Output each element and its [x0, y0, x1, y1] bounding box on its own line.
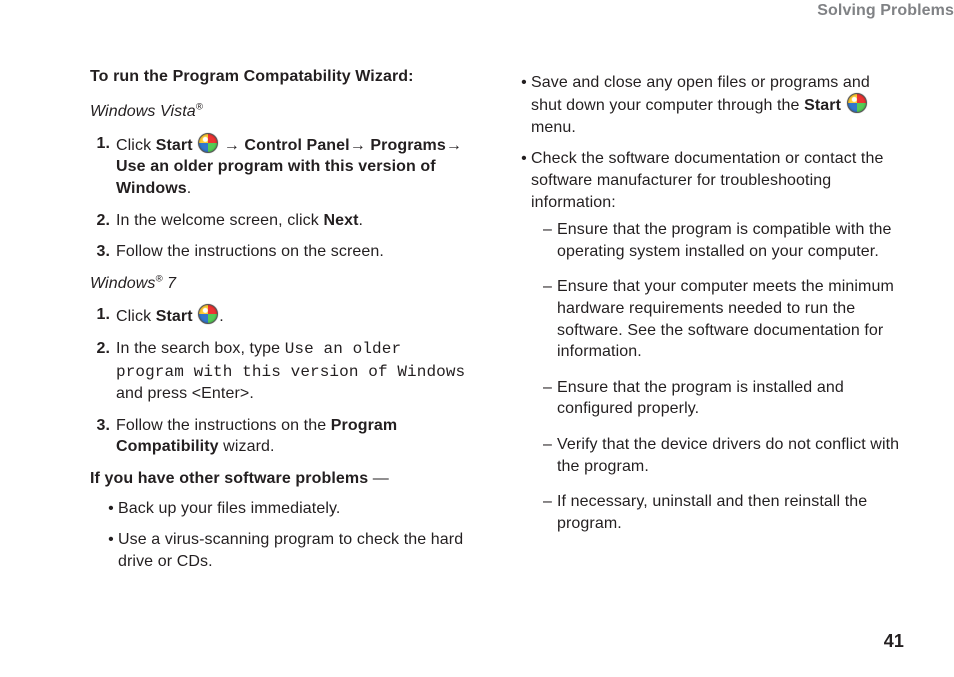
list-item: 1. Click Start → Control Panel→ Programs… — [90, 133, 477, 200]
bullet-icon: • — [517, 148, 531, 548]
text: . — [359, 212, 364, 229]
list-item: • Back up your files immediately. — [104, 498, 477, 520]
text — [841, 97, 846, 114]
list-item: 1. Click Start . — [90, 304, 477, 328]
arrow: → — [350, 137, 371, 154]
text: Ensure that the program is installed and… — [557, 377, 904, 420]
step-text: Follow the instructions on the screen. — [116, 241, 477, 263]
os-win7-label: Windows® 7 — [90, 273, 477, 295]
dash-icon: – — [543, 434, 557, 477]
list-item: 2. In the welcome screen, click Next. — [90, 210, 477, 232]
list-item: • Check the software documentation or co… — [517, 148, 904, 548]
arrow: → — [446, 137, 462, 154]
start-label: Start — [804, 97, 841, 114]
wizard-heading: To run the Program Compatability Wizard: — [90, 66, 477, 88]
step-number: 1. — [90, 133, 110, 200]
text: Ensure that the program is compatible wi… — [557, 219, 904, 262]
bullet-icon: • — [517, 72, 531, 139]
step-text: In the search box, type Use an older pro… — [116, 338, 477, 405]
step-number: 2. — [90, 210, 110, 232]
left-column: To run the Program Compatability Wizard:… — [90, 66, 477, 583]
text: menu. — [531, 119, 576, 136]
programs-label: Programs — [370, 137, 446, 154]
step-number: 3. — [90, 241, 110, 263]
windows-start-orb-icon — [198, 304, 218, 324]
list-item: –Ensure that the program is compatible w… — [543, 219, 904, 262]
page-header: Solving Problems — [0, 0, 954, 22]
registered-mark: ® — [155, 273, 162, 284]
text: — — [368, 470, 389, 487]
text: Check the software documentation or cont… — [531, 150, 883, 210]
text: Use a virus-scanning program to check th… — [118, 529, 477, 572]
right-column: • Save and close any open files or progr… — [517, 66, 904, 583]
text: In the search box, type — [116, 340, 285, 357]
right-bullets: • Save and close any open files or progr… — [517, 72, 904, 549]
text: Save and close any open files or program… — [531, 72, 904, 139]
win7-steps: 1. Click Start . 2. In the search box, t… — [90, 304, 477, 458]
page-body: To run the Program Compatability Wizard:… — [0, 36, 954, 613]
page-number: 41 — [884, 629, 904, 653]
text: In the welcome screen, click — [116, 212, 323, 229]
text: . — [187, 180, 192, 197]
list-item: 2. In the search box, type Use an older … — [90, 338, 477, 405]
step-text: Click Start . — [116, 304, 477, 328]
vista-steps: 1. Click Start → Control Panel→ Programs… — [90, 133, 477, 263]
text: Check the software documentation or cont… — [531, 148, 904, 548]
troubleshoot-sublist: –Ensure that the program is compatible w… — [531, 219, 904, 534]
list-item: –Ensure that your computer meets the min… — [543, 276, 904, 362]
os-win7-text: Windows — [90, 275, 155, 292]
dash-icon: – — [543, 219, 557, 262]
use-older-label: Use an older program with this version o… — [116, 158, 436, 197]
text — [193, 308, 198, 325]
next-label: Next — [323, 212, 358, 229]
list-item: –Verify that the device drivers do not c… — [543, 434, 904, 477]
start-label: Start — [156, 308, 193, 325]
text: Click — [116, 308, 156, 325]
dash-icon: – — [543, 491, 557, 534]
control-panel-label: Control Panel — [244, 137, 349, 154]
list-item: • Save and close any open files or progr… — [517, 72, 904, 139]
step-text: Click Start → Control Panel→ Programs→ U… — [116, 133, 477, 200]
list-item: 3. Follow the instructions on the Progra… — [90, 415, 477, 458]
text: Click — [116, 137, 156, 154]
list-item: • Use a virus-scanning program to check … — [104, 529, 477, 572]
text: and press <Enter>. — [116, 385, 254, 402]
windows-start-orb-icon — [847, 93, 867, 113]
text: Verify that the device drivers do not co… — [557, 434, 904, 477]
windows-start-orb-icon — [198, 133, 218, 153]
dash-icon: – — [543, 377, 557, 420]
os-vista-label: Windows Vista® — [90, 101, 477, 123]
other-problems-list: • Back up your files immediately. • Use … — [104, 498, 477, 573]
step-number: 3. — [90, 415, 110, 458]
bullet-icon: • — [104, 498, 118, 520]
text: If you have other software problems — [90, 470, 368, 487]
text: Follow the instructions on the — [116, 417, 331, 434]
text — [193, 137, 198, 154]
bullet-icon: • — [104, 529, 118, 572]
registered-mark: ® — [196, 102, 203, 113]
text: . — [219, 308, 224, 325]
text: wizard. — [219, 438, 275, 455]
text: Ensure that your computer meets the mini… — [557, 276, 904, 362]
dash-icon: – — [543, 276, 557, 362]
text: If necessary, uninstall and then reinsta… — [557, 491, 904, 534]
list-item: –Ensure that the program is installed an… — [543, 377, 904, 420]
start-label: Start — [156, 137, 193, 154]
list-item: 3. Follow the instructions on the screen… — [90, 241, 477, 263]
step-text: Follow the instructions on the Program C… — [116, 415, 477, 458]
os-win7-suffix: 7 — [163, 275, 177, 292]
arrow: → — [224, 137, 245, 154]
step-text: In the welcome screen, click Next. — [116, 210, 477, 232]
list-item: –If necessary, uninstall and then reinst… — [543, 491, 904, 534]
step-number: 1. — [90, 304, 110, 328]
step-number: 2. — [90, 338, 110, 405]
other-problems-heading: If you have other software problems — — [90, 468, 477, 490]
os-vista-text: Windows Vista — [90, 103, 196, 120]
text: Back up your files immediately. — [118, 498, 477, 520]
